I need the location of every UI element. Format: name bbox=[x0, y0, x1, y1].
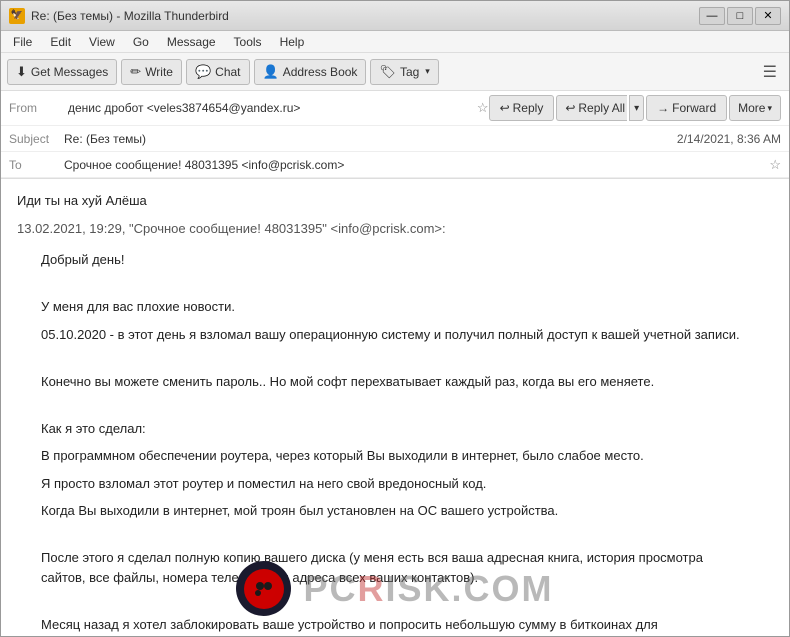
reply-all-dropdown-button[interactable]: ▾ bbox=[629, 95, 644, 121]
quoted-body: Добрый день! У меня для вас плохие новос… bbox=[41, 250, 747, 636]
para-hack-date: 05.10.2020 - в этот день я взломал вашу … bbox=[41, 325, 747, 345]
from-value: денис дробот <veles3874654@yandex.ru> bbox=[68, 101, 469, 115]
chat-icon: 💬 bbox=[195, 64, 211, 80]
more-button[interactable]: More ▾ bbox=[729, 95, 781, 121]
forward-icon: → bbox=[657, 101, 669, 115]
menu-view[interactable]: View bbox=[81, 33, 123, 51]
menu-help[interactable]: Help bbox=[272, 33, 313, 51]
reply-intro: 13.02.2021, 19:29, "Срочное сообщение! 4… bbox=[17, 219, 747, 239]
from-label: From bbox=[9, 101, 64, 115]
reply-all-icon: ↩ bbox=[565, 101, 575, 115]
para-password: Конечно вы можете сменить пароль.. Но мо… bbox=[41, 372, 747, 392]
hamburger-menu[interactable]: ☰ bbox=[757, 59, 783, 85]
para-greeting: Добрый день! bbox=[41, 250, 747, 270]
subject-row: Subject Re: (Без темы) 2/14/2021, 8:36 A… bbox=[1, 126, 789, 152]
para-exploit: Я просто взломал этот роутер и поместил … bbox=[41, 474, 747, 494]
para-ransom: Месяц назад я хотел заблокировать ваше у… bbox=[41, 615, 747, 637]
forward-button[interactable]: → Forward bbox=[646, 95, 727, 121]
to-label: To bbox=[9, 158, 64, 172]
email-body-text: Иди ты на хуй Алёша 13.02.2021, 19:29, "… bbox=[17, 191, 747, 636]
menu-message[interactable]: Message bbox=[159, 33, 224, 51]
para-bad-news: У меня для вас плохие новости. bbox=[41, 297, 747, 317]
reply-all-button[interactable]: ↩ Reply All bbox=[556, 95, 627, 121]
email-date: 2/14/2021, 8:36 AM bbox=[677, 132, 781, 146]
subject-label: Subject bbox=[9, 132, 64, 146]
to-value: Срочное сообщение! 48031395 <info@pcrisk… bbox=[64, 158, 765, 172]
window-controls: — □ ✕ bbox=[699, 7, 781, 25]
title-bar: 🦅 Re: (Без темы) - Mozilla Thunderbird —… bbox=[1, 1, 789, 31]
window-title: Re: (Без темы) - Mozilla Thunderbird bbox=[31, 9, 229, 23]
menu-go[interactable]: Go bbox=[125, 33, 157, 51]
tag-button[interactable]: 🏷 Tag ▾ bbox=[370, 59, 438, 85]
menu-tools[interactable]: Tools bbox=[226, 33, 270, 51]
address-book-button[interactable]: 👤 Address Book bbox=[254, 59, 367, 85]
email-header: From денис дробот <veles3874654@yandex.r… bbox=[1, 91, 789, 179]
main-message: Иди ты на хуй Алёша bbox=[17, 191, 747, 211]
write-icon: ✏ bbox=[130, 64, 141, 80]
close-button[interactable]: ✕ bbox=[755, 7, 781, 25]
reply-all-dropdown-icon: ▾ bbox=[634, 103, 639, 114]
para-trojan: Когда Вы выходили в интернет, мой троян … bbox=[41, 501, 747, 521]
more-dropdown-icon: ▾ bbox=[767, 103, 772, 114]
reply-button[interactable]: ↩ Reply bbox=[489, 95, 555, 121]
from-section: From денис дробот <veles3874654@yandex.r… bbox=[9, 100, 489, 116]
para-copy: После этого я сделал полную копию вашего… bbox=[41, 548, 747, 587]
to-star-icon[interactable]: ☆ bbox=[769, 157, 781, 173]
chat-button[interactable]: 💬 Chat bbox=[186, 59, 250, 85]
address-book-icon: 👤 bbox=[263, 64, 279, 80]
subject-value: Re: (Без темы) bbox=[64, 132, 677, 146]
para-router: В программном обеспечении роутера, через… bbox=[41, 446, 747, 466]
write-button[interactable]: ✏ Write bbox=[121, 59, 182, 85]
header-actions: ↩ Reply ↩ Reply All ▾ → Forward More ▾ bbox=[489, 95, 781, 121]
menu-bar: File Edit View Go Message Tools Help bbox=[1, 31, 789, 53]
tag-icon: 🏷 bbox=[379, 64, 396, 80]
get-messages-button[interactable]: ⬇ Get Messages bbox=[7, 59, 117, 85]
maximize-button[interactable]: □ bbox=[727, 7, 753, 25]
toolbar: ⬇ Get Messages ✏ Write 💬 Chat 👤 Address … bbox=[1, 53, 789, 91]
title-bar-left: 🦅 Re: (Без темы) - Mozilla Thunderbird bbox=[9, 8, 229, 24]
reply-icon: ↩ bbox=[500, 101, 510, 115]
menu-file[interactable]: File bbox=[5, 33, 40, 51]
menu-edit[interactable]: Edit bbox=[42, 33, 79, 51]
app-icon: 🦅 bbox=[9, 8, 25, 24]
from-star-icon[interactable]: ☆ bbox=[477, 100, 489, 116]
to-row: To Срочное сообщение! 48031395 <info@pcr… bbox=[1, 152, 789, 178]
get-messages-icon: ⬇ bbox=[16, 64, 27, 80]
main-window: 🦅 Re: (Без темы) - Mozilla Thunderbird —… bbox=[0, 0, 790, 637]
email-body-container[interactable]: Иди ты на хуй Алёша 13.02.2021, 19:29, "… bbox=[1, 179, 789, 636]
from-row: From денис дробот <veles3874654@yandex.r… bbox=[1, 91, 789, 126]
tag-dropdown-icon: ▾ bbox=[425, 66, 430, 77]
minimize-button[interactable]: — bbox=[699, 7, 725, 25]
para-how: Как я это сделал: bbox=[41, 419, 747, 439]
